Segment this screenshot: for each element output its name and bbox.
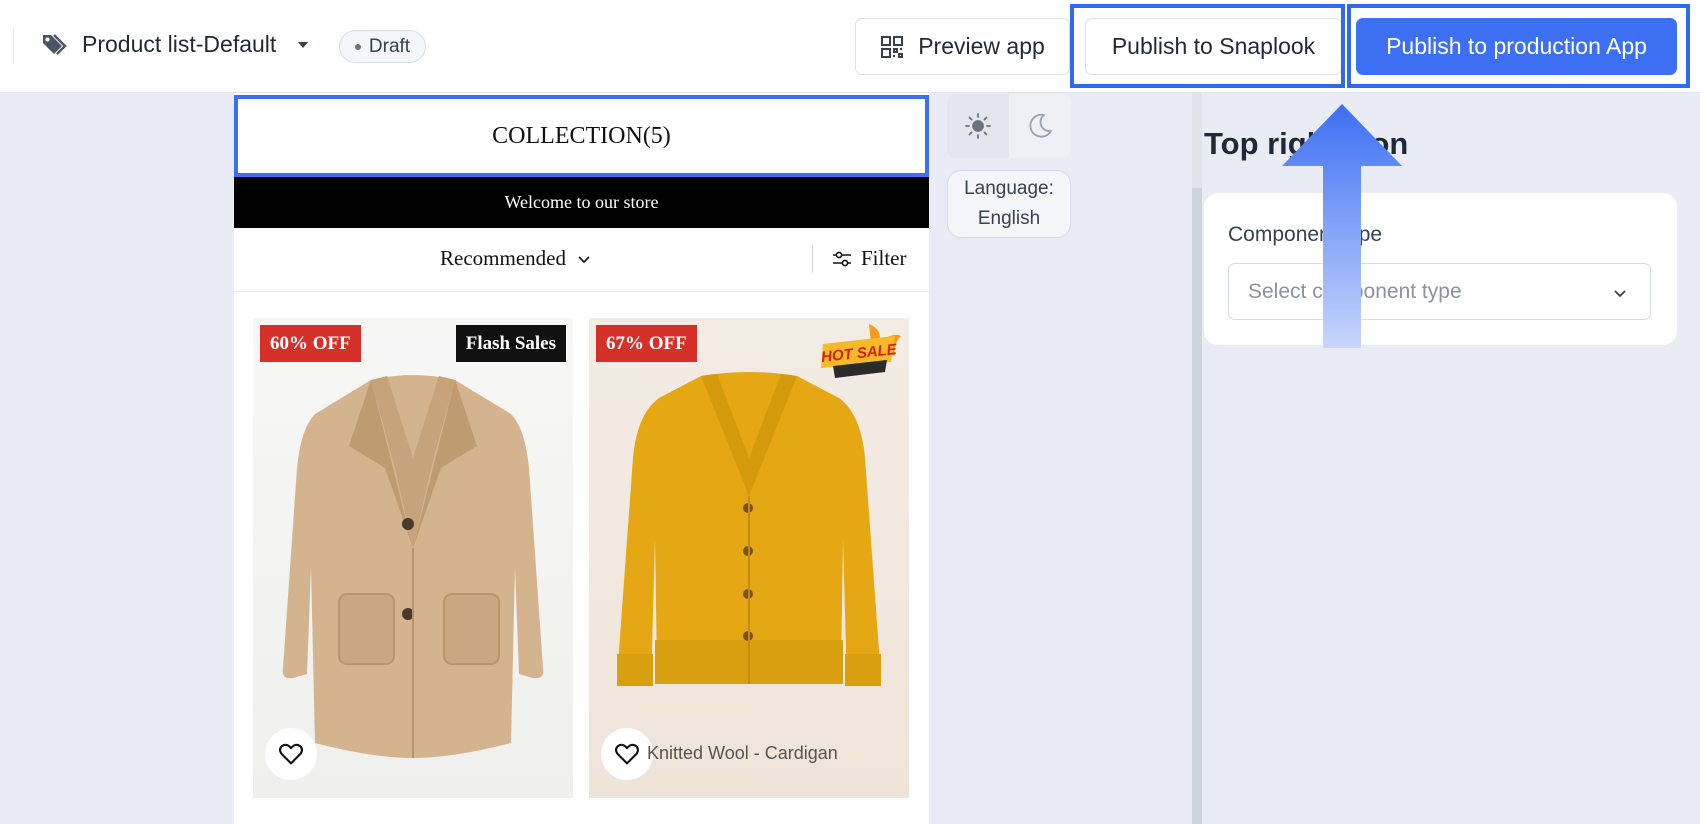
wishlist-button[interactable] <box>601 728 653 780</box>
heart-icon <box>615 743 639 765</box>
highlight-box-snaplook <box>1070 4 1345 88</box>
component-settings-card: Component type Select component type <box>1204 193 1677 345</box>
sun-icon <box>965 113 991 139</box>
sliders-icon <box>833 251 851 266</box>
sort-dropdown[interactable]: Recommended <box>440 246 592 271</box>
chevron-down-icon <box>1614 290 1626 298</box>
discount-badge: 60% OFF <box>260 325 361 362</box>
dark-mode-button[interactable] <box>1009 94 1071 158</box>
language-value: English <box>977 208 1041 229</box>
tag-icon <box>43 34 67 55</box>
filter-button[interactable]: Filter <box>831 246 907 271</box>
collection-title[interactable]: COLLECTION(5) <box>234 95 929 177</box>
highlight-box-production <box>1347 4 1690 88</box>
annotation-arrow-up <box>1282 104 1402 348</box>
app-preview-canvas: COLLECTION(5) Welcome to our store Recom… <box>234 93 929 824</box>
top-toolbar: Product list-Default Draft Preview app P… <box>0 0 1700 93</box>
status-dot <box>354 43 361 50</box>
scrollbar-thumb[interactable] <box>1192 188 1202 824</box>
chevron-down-icon <box>578 255 590 263</box>
welcome-banner: Welcome to our store <box>234 177 929 228</box>
status-label: Draft <box>368 35 411 57</box>
wishlist-button[interactable] <box>265 728 317 780</box>
sort-filter-bar: Recommended Filter <box>234 228 929 292</box>
product-card[interactable]: 67% OFF HOT SALE Knitted Wool - Cardigan <box>589 318 909 798</box>
product-card[interactable]: 60% OFF Flash Sales <box>253 318 573 798</box>
toolbar-divider <box>13 28 14 64</box>
product-name: Knitted Wool - Cardigan <box>647 743 838 763</box>
theme-toggle <box>947 94 1071 158</box>
language-label: Language: <box>964 178 1054 199</box>
flash-sales-badge: Flash Sales <box>455 325 566 362</box>
page-selector[interactable]: Product list-Default <box>82 31 276 58</box>
qr-code-icon <box>881 35 904 58</box>
light-mode-button[interactable] <box>947 94 1009 158</box>
heart-icon <box>279 743 303 765</box>
preview-app-label: Preview app <box>918 33 1045 59</box>
language-selector[interactable]: Language: English <box>947 170 1071 238</box>
filter-label: Filter <box>861 246 907 270</box>
panel-scrollbar[interactable] <box>1192 93 1202 824</box>
caret-down-icon[interactable] <box>296 38 310 52</box>
cardigan-image <box>617 372 881 686</box>
coat-image <box>282 375 544 758</box>
hot-sale-badge: HOT SALE <box>820 324 901 378</box>
sort-divider <box>812 245 813 273</box>
discount-badge: 67% OFF <box>596 325 697 362</box>
sort-label: Recommended <box>440 246 566 270</box>
status-badge: Draft <box>339 30 426 63</box>
moon-icon <box>1029 113 1052 138</box>
preview-app-button[interactable]: Preview app <box>855 18 1070 75</box>
